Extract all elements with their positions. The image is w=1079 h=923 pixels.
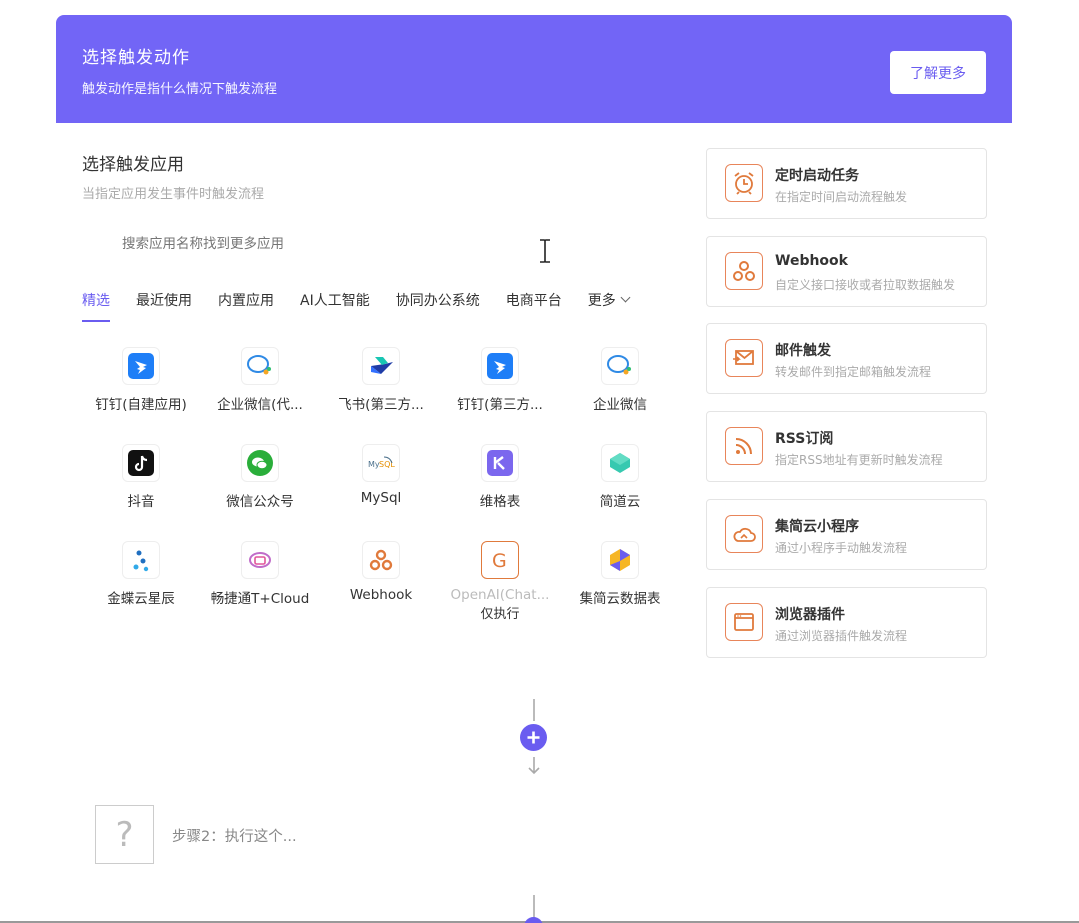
app-vika[interactable]: 维格表 [440,444,560,510]
app-label: 飞书(第三方... [338,397,424,413]
tab-recent[interactable]: 最近使用 [136,290,192,320]
trigger-browser-plugin[interactable]: 浏览器插件 通过浏览器插件触发流程 [706,587,987,658]
mysql-icon: My SQL [362,444,400,482]
trigger-scheduled[interactable]: 定时启动任务 在指定时间启动流程触发 [706,148,987,219]
trigger-desc: 通过浏览器插件触发流程 [775,629,908,643]
app-jijianyun-table[interactable]: 集简云数据表 [560,541,680,607]
webhook-icon [725,252,763,290]
dingtalk-icon [122,347,160,385]
tab-ai[interactable]: AI人工智能 [300,290,370,320]
trigger-desc: 转发邮件到指定邮箱触发流程 [775,365,932,379]
text-cursor-icon [540,239,550,263]
trigger-desc: 指定RSS地址有更新时触发流程 [775,453,943,467]
app-label: 企业微信 [593,397,647,413]
app-dingtalk-3rd[interactable]: 钉钉(第三方... [440,347,560,413]
app-wecom[interactable]: 企业微信 [560,347,680,413]
app-chanjet[interactable]: 畅捷通T+Cloud [200,541,320,607]
app-label: Webhook [349,587,413,603]
wechat-icon [241,444,279,482]
add-step-button[interactable] [520,724,547,751]
tab-featured[interactable]: 精选 [82,290,110,322]
app-label: 钉钉(第三方... [457,397,543,413]
add-step-button-partial[interactable] [524,917,543,923]
app-label: 抖音 [127,494,155,510]
browser-icon [725,603,763,641]
kingdee-icon [122,541,160,579]
app-label: 畅捷通T+Cloud [210,591,310,607]
app-sublabel: 仅执行 [480,607,520,622]
jiandaoyun-icon [601,444,639,482]
app-label: 维格表 [479,494,521,510]
trigger-title: Webhook [775,253,848,269]
trigger-title: 集简云小程序 [775,519,859,535]
jijianyun-table-icon [601,541,639,579]
rss-icon [725,427,763,465]
trigger-desc: 通过小程序手动触发流程 [775,541,908,555]
trigger-miniprogram[interactable]: 集简云小程序 通过小程序手动触发流程 [706,499,987,570]
tab-office[interactable]: 协同办公系统 [396,290,480,320]
section-title: 选择触发应用 [82,155,184,175]
trigger-title: 定时启动任务 [775,168,859,184]
trigger-title: RSS订阅 [775,431,834,447]
webhook-icon [362,541,400,579]
trigger-webhook[interactable]: Webhook 自定义接口接收或者拉取数据触发 [706,236,987,307]
app-label: 简道云 [599,494,641,510]
app-label: 集简云数据表 [579,591,661,607]
alarm-clock-icon [725,164,763,202]
chanjet-icon [241,541,279,579]
mail-icon [725,339,763,377]
app-feishu[interactable]: 飞书(第三方... [321,347,441,413]
trigger-desc: 在指定时间启动流程触发 [775,190,908,204]
app-label: OpenAI(Chat... [450,587,550,603]
wecom-icon [601,347,639,385]
trigger-desc: 自定义接口接收或者拉取数据触发 [775,278,956,292]
tab-more-label: 更多 [587,293,616,309]
step-label[interactable]: 步骤2：执行这个... [172,825,297,846]
app-label: 微信公众号 [226,494,294,510]
category-tabs: 精选 最近使用 内置应用 AI人工智能 协同办公系统 电商平台 更多 [82,290,655,322]
flow-connector-line [533,699,535,721]
vika-icon [481,444,519,482]
app-label: 金蝶云星辰 [107,591,175,607]
app-label: 企业微信(代... [217,397,303,413]
banner-title: 选择触发动作 [82,48,190,68]
dingtalk-icon [481,347,519,385]
app-webhook[interactable]: Webhook [321,541,441,603]
step-placeholder-icon[interactable]: ? [95,805,154,864]
douyin-icon [122,444,160,482]
app-openai[interactable]: G OpenAI(Chat... 仅执行 [440,541,560,622]
plus-icon [527,731,540,744]
trigger-rss[interactable]: RSS订阅 指定RSS地址有更新时触发流程 [706,411,987,482]
banner-subtitle: 触发动作是指什么情况下触发流程 [82,82,278,97]
header-banner: 选择触发动作 触发动作是指什么情况下触发流程 了解更多 [56,15,1012,123]
trigger-title: 浏览器插件 [775,607,845,623]
trigger-title: 邮件触发 [775,343,831,359]
app-search [82,228,642,264]
app-wecom-agent[interactable]: 企业微信(代... [200,347,320,413]
chevron-down-icon [620,292,631,303]
trigger-email[interactable]: 邮件触发 转发邮件到指定邮箱触发流程 [706,323,987,394]
tab-ecommerce[interactable]: 电商平台 [506,290,562,320]
section-subtitle: 当指定应用发生事件时触发流程 [82,187,265,202]
search-input[interactable] [122,236,502,251]
app-wechat-official[interactable]: 微信公众号 [200,444,320,510]
app-kingdee[interactable]: 金蝶云星辰 [81,541,201,607]
svg-text:G: G [492,550,507,572]
feishu-icon [362,347,400,385]
wecom-icon [241,347,279,385]
svg-text:SQL: SQL [379,460,395,469]
arrow-down-icon [528,757,540,775]
app-label: 钉钉(自建应用) [95,397,187,413]
tab-more[interactable]: 更多 [587,290,631,320]
cloud-icon [725,515,763,553]
app-jiandaoyun[interactable]: 简道云 [560,444,680,510]
app-mysql[interactable]: My SQL MySql [321,444,441,506]
app-label: MySql [360,490,402,506]
app-douyin[interactable]: 抖音 [81,444,201,510]
tab-builtin[interactable]: 内置应用 [218,290,274,320]
openai-icon: G [481,541,519,579]
learn-more-button[interactable]: 了解更多 [890,51,986,94]
app-dingtalk-self[interactable]: 钉钉(自建应用) [81,347,201,413]
